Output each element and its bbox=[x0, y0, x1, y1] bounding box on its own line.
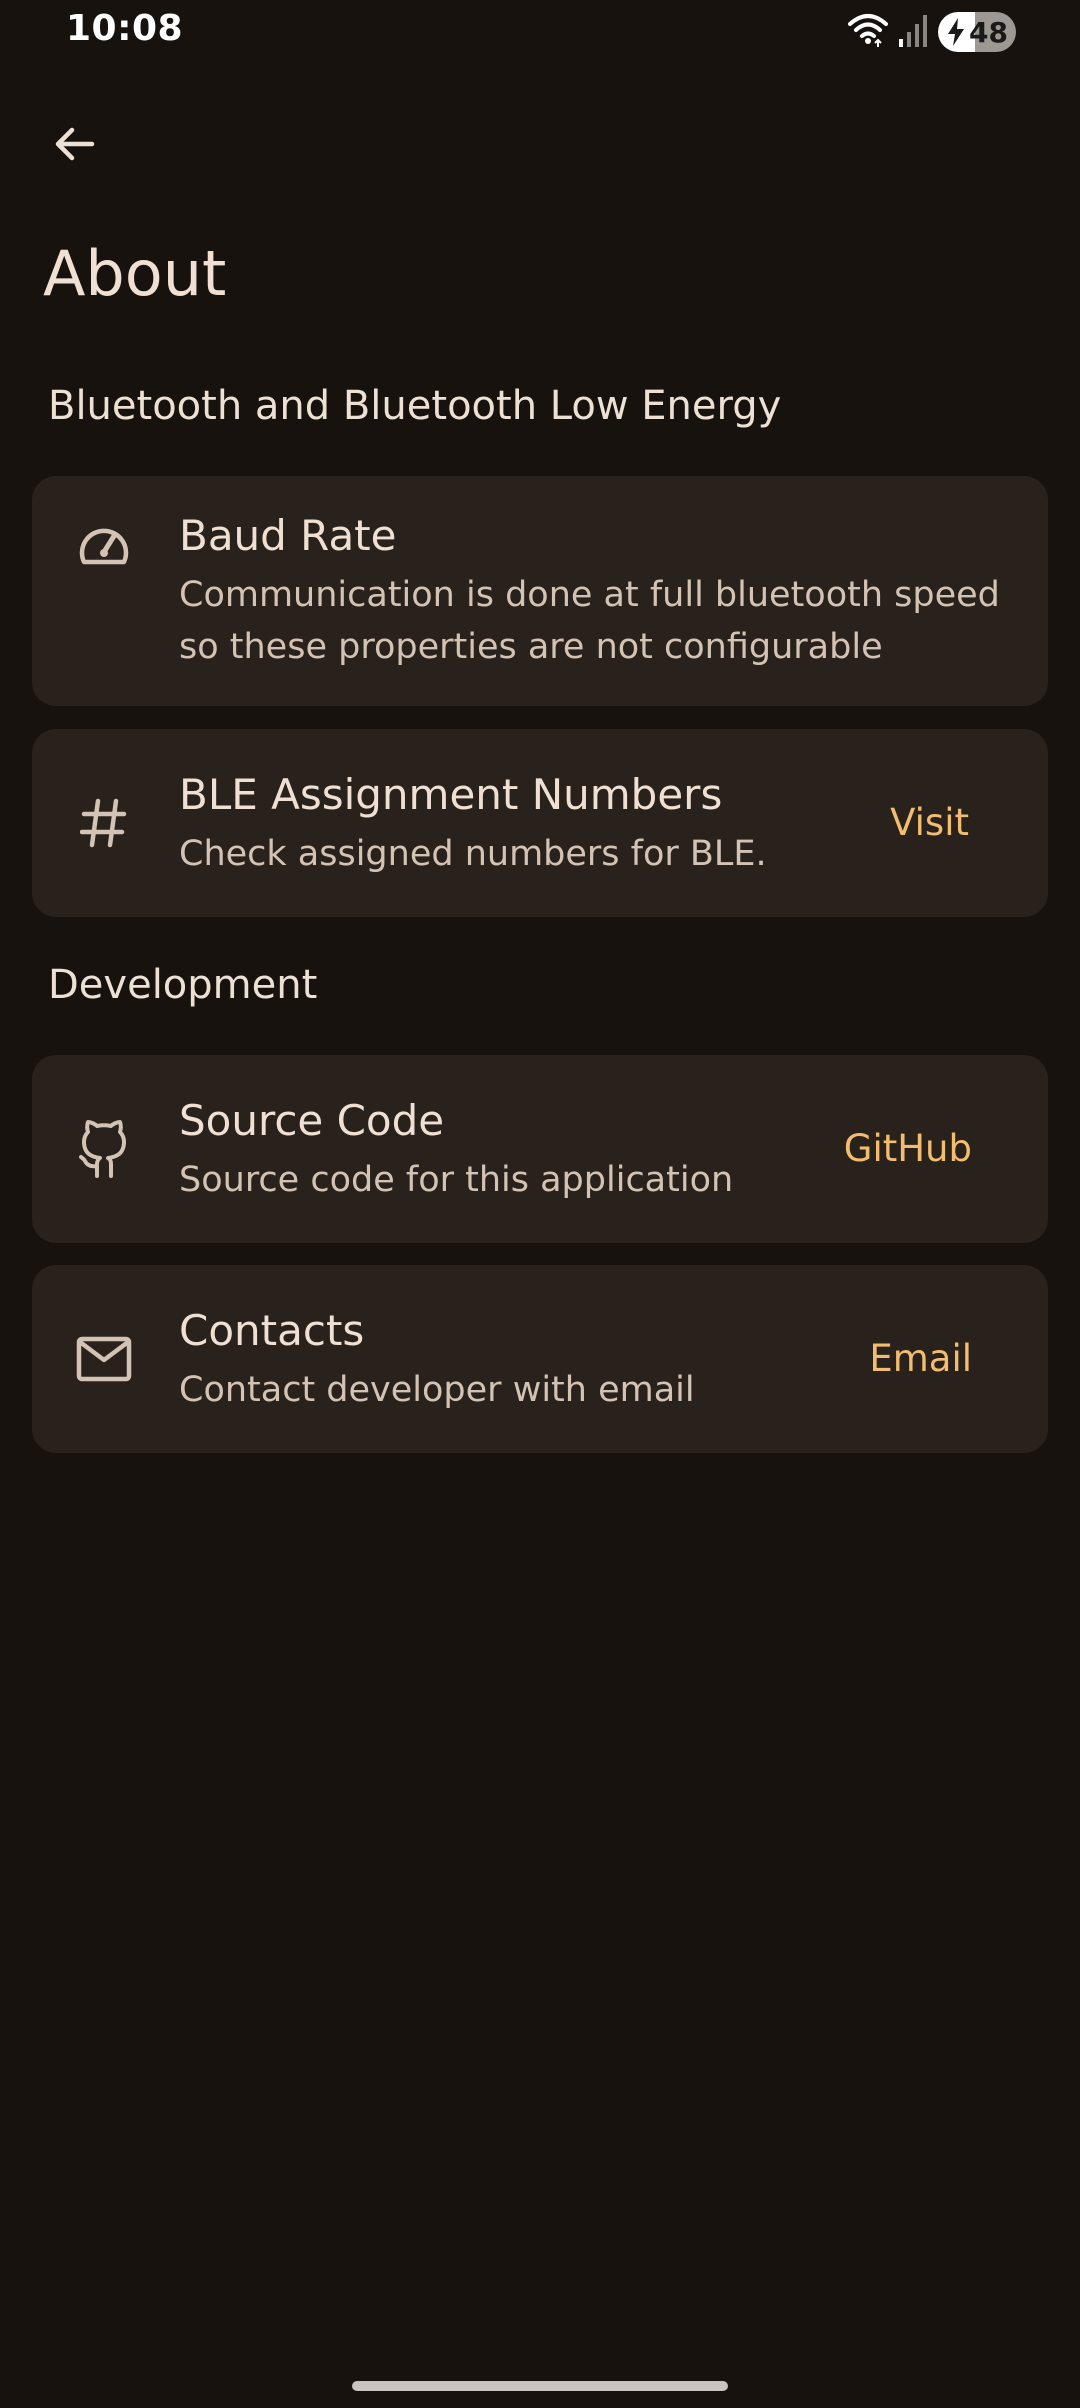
section-header-bluetooth: Bluetooth and Bluetooth Low Energy bbox=[48, 383, 782, 429]
back-button[interactable] bbox=[38, 108, 110, 180]
home-indicator[interactable] bbox=[352, 2381, 728, 2391]
speedometer-icon bbox=[72, 514, 136, 578]
page-title: About bbox=[43, 237, 227, 310]
card-description: Communication is done at full bluetooth … bbox=[179, 575, 1000, 667]
section-header-development: Development bbox=[48, 962, 318, 1008]
status-icons: 48 bbox=[848, 12, 1016, 52]
ble-assignment-numbers-card[interactable]: BLE Assignment Numbers Check assigned nu… bbox=[32, 729, 1048, 917]
email-button[interactable]: Email bbox=[869, 1335, 972, 1383]
card-title: Source Code bbox=[179, 1096, 445, 1145]
status-bar: 10:08 48 bbox=[0, 0, 1080, 64]
mail-icon bbox=[72, 1327, 136, 1391]
source-code-card[interactable]: Source Code Source code for this applica… bbox=[32, 1055, 1048, 1243]
about-screen: 10:08 48 About Bluetooth and Bluetooth L… bbox=[0, 0, 1080, 2408]
card-title: BLE Assignment Numbers bbox=[179, 770, 723, 819]
wifi-icon bbox=[848, 12, 888, 52]
baud-rate-card[interactable]: Baud Rate Communication is done at full … bbox=[32, 476, 1048, 706]
arrow-left-icon bbox=[55, 127, 95, 161]
github-icon bbox=[72, 1117, 136, 1181]
cellular-signal-icon bbox=[898, 13, 928, 51]
bolt-icon bbox=[948, 18, 964, 46]
battery-charging-icon: 48 bbox=[938, 12, 1016, 52]
card-title: Baud Rate bbox=[179, 511, 397, 560]
contacts-card[interactable]: Contacts Contact developer with email Em… bbox=[32, 1265, 1048, 1453]
status-time: 10:08 bbox=[66, 8, 184, 49]
visit-button[interactable]: Visit bbox=[890, 799, 969, 847]
card-title: Contacts bbox=[179, 1306, 365, 1355]
github-button[interactable]: GitHub bbox=[844, 1125, 972, 1173]
battery-level: 48 bbox=[969, 15, 1008, 49]
hash-icon bbox=[72, 791, 136, 855]
